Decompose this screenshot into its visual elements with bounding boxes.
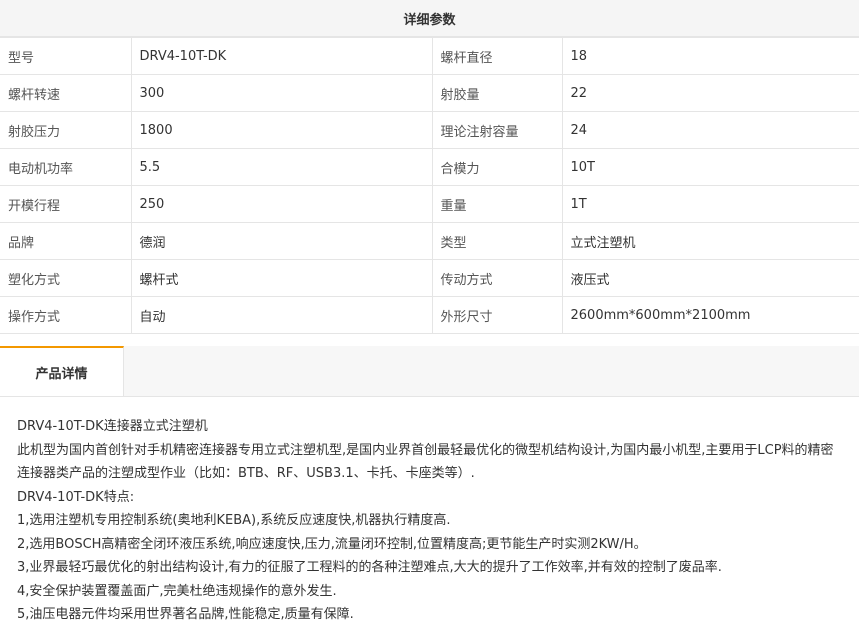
param-row: 塑化方式 螺杆式 传动方式 液压式 xyxy=(0,259,859,297)
param-value: 24 xyxy=(561,111,859,149)
param-label: 品牌 xyxy=(0,222,132,260)
param-label: 电动机功率 xyxy=(0,148,132,186)
param-label: 操作方式 xyxy=(0,296,132,334)
param-value: 10T xyxy=(561,148,859,186)
feature-item: 1,选用注塑机专用控制系统(奥地利KEBA),系统反应速度快,机器执行精度高. xyxy=(17,513,451,528)
param-value: 立式注塑机 xyxy=(561,222,859,260)
param-label: 理论注射容量 xyxy=(431,111,563,149)
param-value: 5.5 xyxy=(130,148,433,186)
param-label: 类型 xyxy=(431,222,563,260)
feature-item: 4,安全保护装置覆盖面广,完美杜绝违规操作的意外发生. xyxy=(17,583,337,599)
param-label: 外形尺寸 xyxy=(431,296,563,334)
param-label: 传动方式 xyxy=(431,259,563,297)
param-label: 螺杆转速 xyxy=(0,74,132,112)
param-value: 自动 xyxy=(130,296,433,334)
product-detail-content: DRV4-10T-DK连接器立式注塑机 此机型为国内首创针对手机精密连接器专用立… xyxy=(0,397,859,627)
param-label: 射胶压力 xyxy=(0,111,132,149)
param-row: 电动机功率 5.5 合模力 10T xyxy=(0,148,859,186)
tab-bar: 产品详情 xyxy=(0,346,859,397)
param-label: 重量 xyxy=(431,185,563,223)
param-row: 射胶压力 1800 理论注射容量 24 xyxy=(0,111,859,149)
param-row: 操作方式 自动 外形尺寸 2600mm*600mm*2100mm xyxy=(0,296,859,334)
param-value: 1T xyxy=(561,185,859,223)
param-value: 液压式 xyxy=(561,259,859,297)
param-label: 合模力 xyxy=(431,148,563,186)
params-table: 型号 DRV4-10T-DK 螺杆直径 18 螺杆转速 300 射胶量 22 射胶压力 1800 理… xyxy=(0,37,859,334)
param-row: 品牌 德润 类型 立式注塑机 xyxy=(0,222,859,260)
param-row: 型号 DRV4-10T-DK 螺杆直径 18 xyxy=(0,37,859,75)
tab-product-details[interactable]: 产品详情 xyxy=(0,346,124,396)
feature-item: 5,油压电器元件均采用世界著名品牌,性能稳定,质量有保障. xyxy=(17,607,354,622)
param-value: 250 xyxy=(130,185,433,223)
param-value: 300 xyxy=(130,74,433,112)
feature-item: 3,业界最轻巧最优化的射出结构设计,有力的征服了工程料的的各种注塑难点,大大的提… xyxy=(17,560,722,575)
param-value: 2600mm*600mm*2100mm xyxy=(561,296,859,334)
params-header: 详细参数 xyxy=(0,0,859,37)
param-value: DRV4-10T-DK xyxy=(130,37,433,75)
param-row: 螺杆转速 300 射胶量 22 xyxy=(0,74,859,112)
param-value: 德润 xyxy=(130,222,433,260)
param-label: 射胶量 xyxy=(431,74,563,112)
param-value: 22 xyxy=(561,74,859,112)
param-label: 塑化方式 xyxy=(0,259,132,297)
param-row: 开模行程 250 重量 1T xyxy=(0,185,859,223)
param-label: 螺杆直径 xyxy=(431,37,563,75)
param-value: 螺杆式 xyxy=(130,259,433,297)
param-label: 开模行程 xyxy=(0,185,132,223)
detail-description: 此机型为国内首创针对手机精密连接器专用立式注塑机型,是国内业界首创最轻最优化的微… xyxy=(17,442,834,482)
param-label: 型号 xyxy=(0,37,132,75)
detail-title: DRV4-10T-DK连接器立式注塑机 xyxy=(17,419,208,434)
feature-item: 2,选用BOSCH高精密全闭环液压系统,响应速度快,压力,流量闭环控制,位置精度… xyxy=(17,536,647,552)
features-title: DRV4-10T-DK特点: xyxy=(17,489,135,505)
param-value: 1800 xyxy=(130,111,433,149)
param-value: 18 xyxy=(561,37,859,75)
